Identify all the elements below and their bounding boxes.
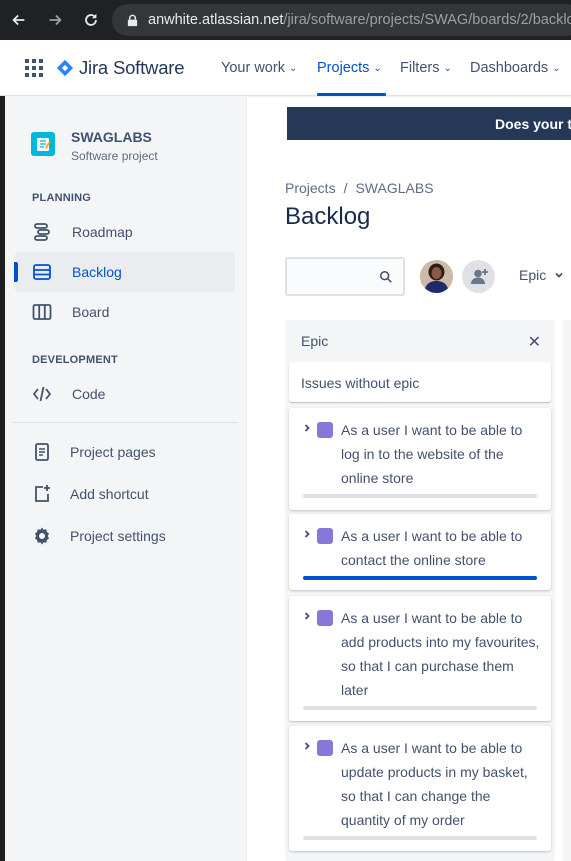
epic-panel-title: Epic: [301, 333, 329, 349]
epic-title: As a user I want to be able to add produ…: [341, 610, 540, 698]
sidebar-item-label: Roadmap: [72, 224, 133, 240]
sidebar-item-roadmap[interactable]: Roadmap: [15, 212, 235, 252]
nav-label: Dashboards: [470, 60, 549, 76]
sidebar-item-project-pages[interactable]: Project pages: [15, 432, 235, 472]
backlog-search-input[interactable]: [285, 257, 405, 296]
announcement-banner[interactable]: Does your t: [287, 107, 571, 140]
sidebar-item-add-shortcut[interactable]: Add shortcut: [15, 474, 235, 514]
chevron-right-icon[interactable]: [302, 529, 312, 539]
active-indicator: [14, 262, 18, 282]
epic-filter-label: Epic: [519, 267, 547, 283]
epic-title: As a user I want to be able to contact t…: [341, 528, 523, 568]
address-bar[interactable]: anwhite.atlassian.net/jira/software/proj…: [112, 4, 571, 36]
pages-icon: [32, 442, 52, 462]
sidebar-item-code[interactable]: Code: [15, 374, 235, 414]
chevron-down-icon: ⌄: [443, 62, 452, 74]
jira-logo[interactable]: Jira Software: [56, 57, 185, 79]
nav-your-work[interactable]: Your work ⌄: [221, 40, 297, 96]
sidebar-item-label: Project settings: [70, 528, 166, 544]
lock-icon: [127, 14, 138, 26]
epic-color-swatch: [317, 422, 333, 438]
add-shortcut-icon: [32, 484, 52, 504]
epic-progress-fill: [303, 576, 537, 580]
browser-toolbar: anwhite.atlassian.net/jira/software/proj…: [0, 0, 571, 40]
epic-panel: Epic ✕ Issues without epic As a user I w…: [285, 320, 555, 861]
epic-color-swatch: [317, 740, 333, 756]
nav-label: Projects: [317, 60, 370, 76]
epic-card[interactable]: As a user I want to be able to update pr…: [289, 726, 551, 851]
board-icon: [32, 302, 52, 322]
chevron-down-icon: ⌄: [373, 62, 382, 74]
breadcrumb-separator: /: [343, 180, 348, 196]
development-section-label: DEVELOPMENT: [32, 354, 118, 366]
nav-dashboards[interactable]: Dashboards ⌄: [470, 40, 561, 96]
breadcrumb-projects[interactable]: Projects: [285, 180, 336, 196]
chevron-down-icon: ⌄: [552, 62, 561, 74]
app-switcher-icon[interactable]: [25, 59, 43, 77]
epic-progress-bar: [303, 836, 537, 840]
url-host: anwhite.atlassian.net: [148, 12, 284, 28]
chevron-down-icon: ⌄: [288, 62, 298, 74]
sidebar-item-label: Backlog: [72, 264, 122, 280]
banner-text: Does your t: [495, 115, 571, 132]
epic-card[interactable]: As a user I want to be able to add produ…: [289, 596, 551, 721]
nav-label: Filters: [400, 60, 440, 76]
epic-title: As a user I want to be able to log in to…: [341, 422, 523, 486]
epic-progress-bar: [303, 576, 537, 580]
user-photo-icon: [420, 260, 453, 293]
nav-projects[interactable]: Projects ⌄: [317, 40, 386, 96]
nav-filters[interactable]: Filters ⌄: [400, 40, 452, 96]
backlog-icon: [32, 262, 52, 282]
project-name[interactable]: SWAGLABS: [71, 129, 152, 145]
close-icon[interactable]: ✕: [528, 332, 541, 352]
breadcrumb-project[interactable]: SWAGLABS: [355, 180, 433, 196]
project-notepad-icon: [37, 138, 51, 151]
sidebar-item-backlog[interactable]: Backlog: [14, 252, 235, 292]
page-title: Backlog: [285, 203, 371, 230]
chevron-right-icon[interactable]: [302, 423, 312, 433]
epic-card[interactable]: As a user I want to be able to contact t…: [289, 514, 551, 590]
project-sidebar: SWAGLABS Software project PLANNING Roadm…: [5, 96, 247, 861]
epic-title: As a user I want to be able to update pr…: [341, 740, 528, 828]
sidebar-item-project-settings[interactable]: Project settings: [15, 516, 235, 556]
epic-color-swatch: [317, 610, 333, 626]
url-path: /jira/software/projects/SWAG/boards/2/ba…: [283, 12, 571, 28]
sidebar-item-label: Board: [72, 304, 110, 320]
product-name: Jira Software: [79, 57, 185, 78]
project-type: Software project: [71, 149, 158, 163]
epic-color-swatch: [317, 528, 333, 544]
forward-icon[interactable]: [44, 9, 66, 31]
epic-progress-bar: [303, 494, 537, 498]
epic-card[interactable]: As a user I want to be able to log in to…: [289, 408, 551, 510]
planning-section-label: PLANNING: [32, 192, 92, 204]
epic-progress-bar: [303, 706, 537, 710]
nav-label: Your work: [221, 60, 285, 76]
chevron-right-icon[interactable]: [302, 741, 312, 751]
sidebar-divider: [13, 422, 238, 423]
breadcrumb: Projects / SWAGLABS: [285, 180, 434, 196]
gear-icon: [32, 526, 52, 546]
sidebar-item-label: Project pages: [70, 444, 156, 460]
project-avatar[interactable]: [31, 132, 55, 156]
issues-without-epic[interactable]: Issues without epic: [289, 362, 551, 402]
chevron-down-icon: [555, 272, 563, 278]
jira-diamond-icon: [56, 59, 74, 77]
back-icon[interactable]: [8, 9, 30, 31]
sidebar-item-label: Add shortcut: [70, 486, 149, 502]
add-person-icon: [470, 268, 488, 284]
add-people-button[interactable]: [462, 260, 495, 293]
reload-icon[interactable]: [80, 9, 102, 31]
sidebar-item-board[interactable]: Board: [15, 292, 235, 332]
sidebar-item-label: Code: [72, 386, 106, 402]
code-icon: [32, 384, 52, 404]
avatar[interactable]: [420, 260, 453, 293]
search-icon: [379, 270, 392, 283]
top-navigation: Jira Software Your work ⌄ Projects ⌄ Filte…: [0, 40, 571, 96]
chevron-right-icon[interactable]: [302, 611, 312, 621]
roadmap-icon: [32, 222, 52, 242]
backlog-list-edge: [563, 320, 571, 861]
epic-filter-dropdown[interactable]: Epic: [519, 267, 564, 283]
